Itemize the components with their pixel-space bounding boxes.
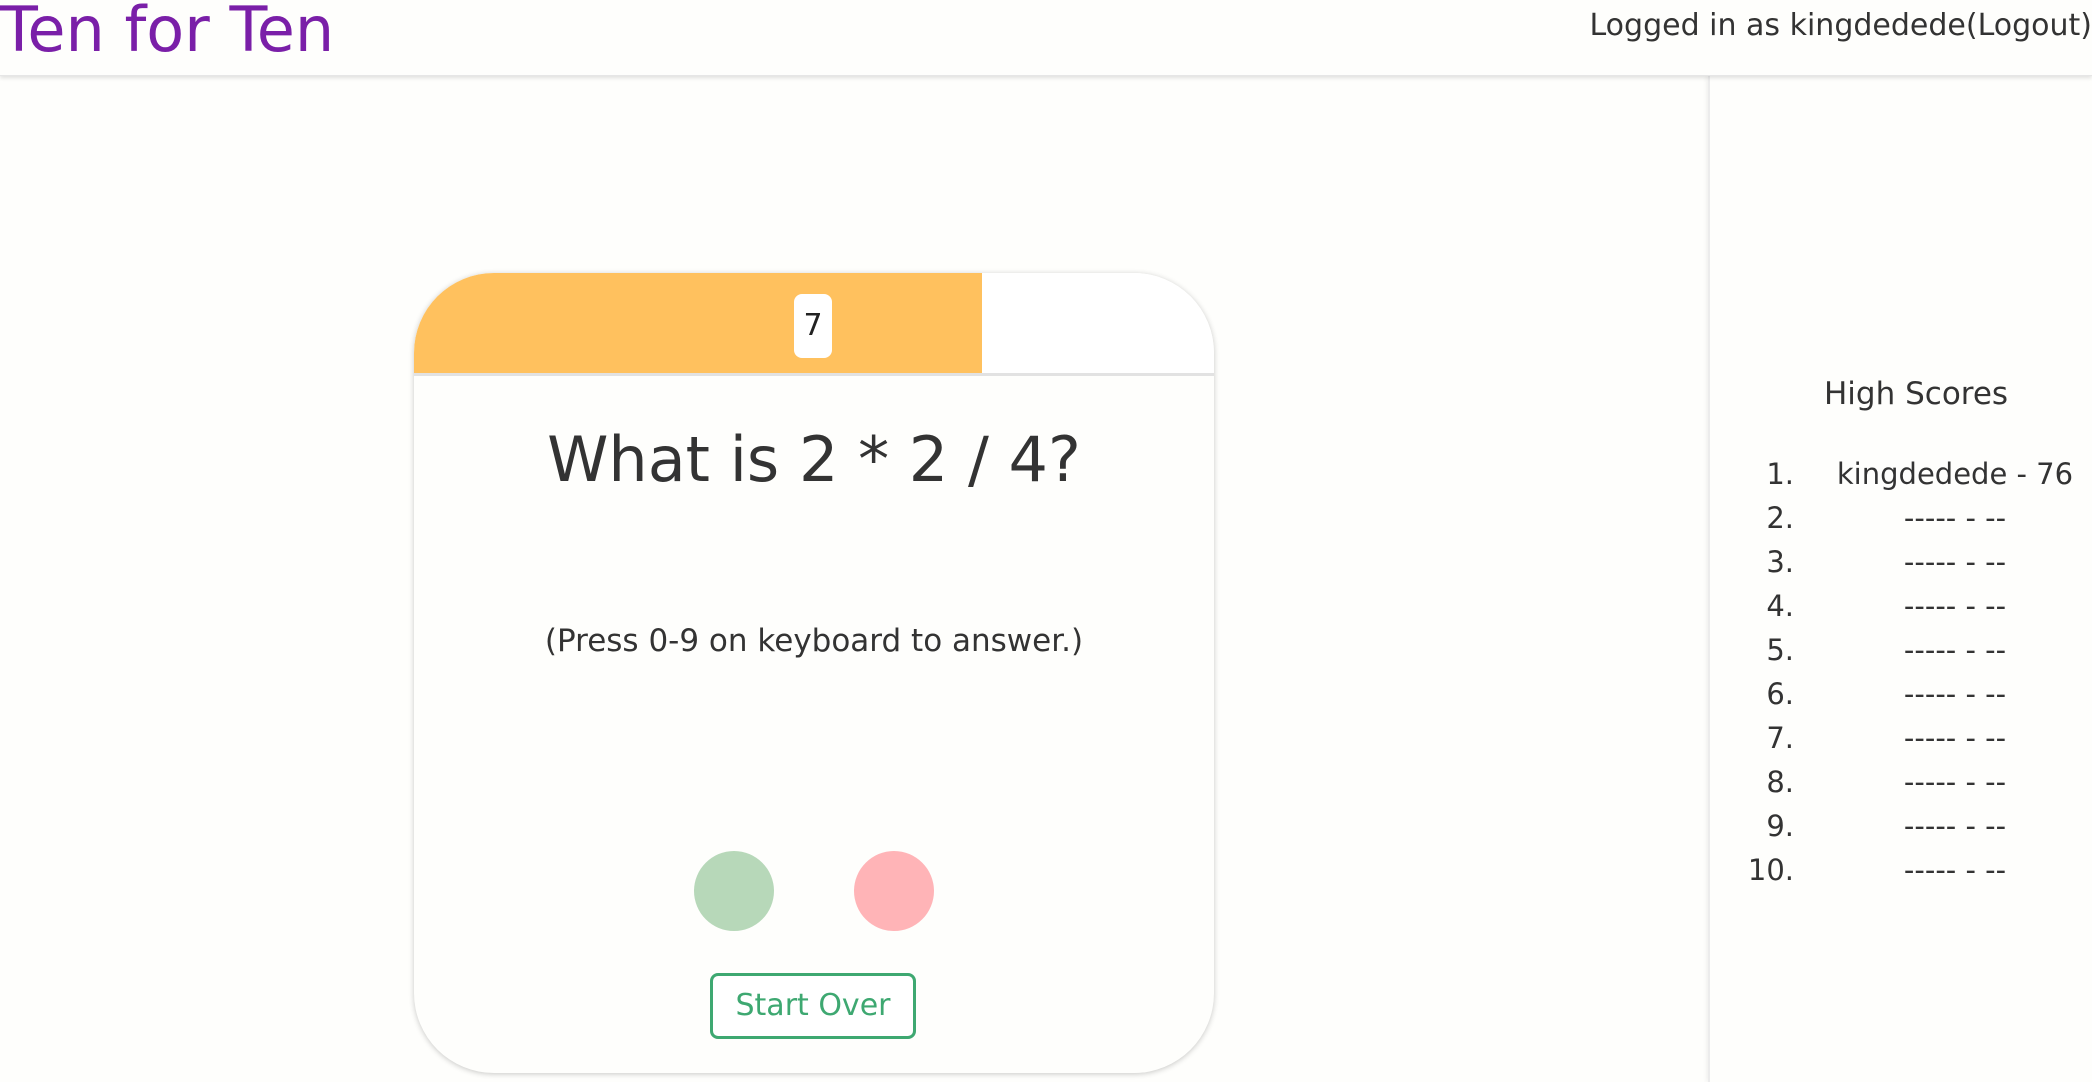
high-score-entry: ----- - -- xyxy=(1903,633,2007,667)
high-score-rank: 4. xyxy=(1766,589,1794,623)
correct-indicator xyxy=(694,851,774,931)
high-score-row: 6. ----- - -- xyxy=(1710,672,2092,716)
high-score-entry: ----- - -- xyxy=(1903,501,2007,535)
high-score-rank: 2. xyxy=(1766,501,1794,535)
high-score-rank: 6. xyxy=(1766,677,1794,711)
high-score-entry: ----- - -- xyxy=(1903,809,2007,843)
user-info: Logged in as kingdedede(Logout) xyxy=(1590,8,2092,43)
high-score-row: 9. ----- - -- xyxy=(1710,804,2092,848)
top-header: Ten for Ten Logged in as kingdedede(Logo… xyxy=(0,0,2092,76)
timer-badge: 7 xyxy=(794,294,832,358)
high-score-rank: 1. xyxy=(1766,457,1794,491)
wrong-indicator xyxy=(854,851,934,931)
instruction-text: (Press 0-9 on keyboard to answer.) xyxy=(544,623,1084,659)
high-score-row: 7. ----- - -- xyxy=(1710,716,2092,760)
logged-in-label: Logged in as kingdedede xyxy=(1589,8,1966,43)
high-score-row: 8. ----- - -- xyxy=(1710,760,2092,804)
timer-fill xyxy=(414,273,982,373)
high-score-row: 4. ----- - -- xyxy=(1710,584,2092,628)
high-score-entry: ----- - -- xyxy=(1903,589,2007,623)
high-scores-list: 1. kingdedede - 76 2. ----- - -- 3. ----… xyxy=(1710,452,2092,892)
high-score-row: 1. kingdedede - 76 xyxy=(1710,452,2092,496)
high-score-entry: ----- - -- xyxy=(1903,721,2007,755)
high-score-rank: 3. xyxy=(1766,545,1794,579)
high-score-rank: 8. xyxy=(1766,765,1794,799)
high-scores-panel: High Scores 1. kingdedede - 76 2. ----- … xyxy=(1708,76,2092,1082)
start-over-button[interactable]: Start Over xyxy=(710,973,916,1039)
high-score-row: 2. ----- - -- xyxy=(1710,496,2092,540)
high-score-entry: ----- - -- xyxy=(1903,545,2007,579)
high-score-entry: ----- - -- xyxy=(1903,765,2007,799)
high-scores-title: High Scores xyxy=(1824,376,2009,412)
high-score-entry: kingdedede - 76 xyxy=(1836,457,2074,491)
logout-link[interactable]: (Logout) xyxy=(1966,8,2092,43)
high-score-row: 3. ----- - -- xyxy=(1710,540,2092,584)
high-score-rank: 7. xyxy=(1766,721,1794,755)
high-score-entry: ----- - -- xyxy=(1903,677,2007,711)
high-score-rank: 10. xyxy=(1747,853,1794,887)
question-text: What is 2 * 2 / 4? xyxy=(547,423,1081,496)
high-score-rank: 5. xyxy=(1766,633,1794,667)
game-card: 7 What is 2 * 2 / 4? (Press 0-9 on keybo… xyxy=(414,273,1214,1073)
high-score-entry: ----- - -- xyxy=(1903,853,2007,887)
high-score-row: 5. ----- - -- xyxy=(1710,628,2092,672)
high-score-rank: 9. xyxy=(1766,809,1794,843)
timer-bar: 7 xyxy=(414,273,1214,376)
app-title[interactable]: Ten for Ten xyxy=(0,0,334,70)
high-score-row: 10. ----- - -- xyxy=(1710,848,2092,892)
